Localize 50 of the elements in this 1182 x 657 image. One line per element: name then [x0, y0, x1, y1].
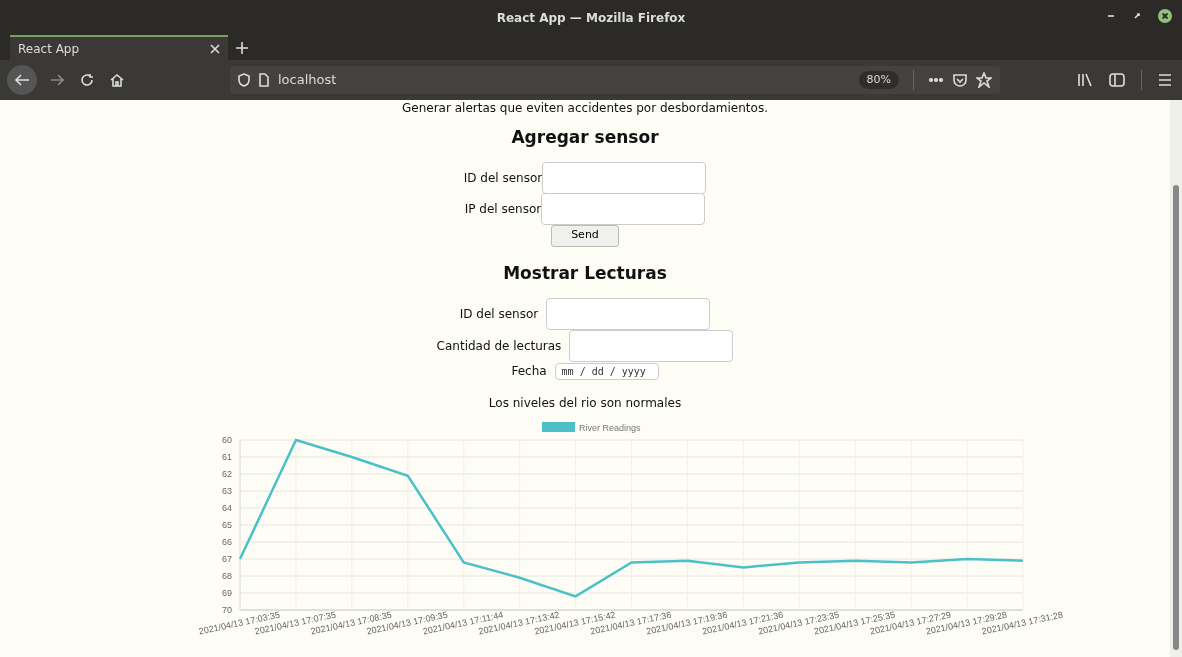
axis-tick-label: 60	[222, 435, 232, 445]
back-icon[interactable]	[6, 64, 38, 96]
field-label: ID del sensor	[459, 306, 539, 323]
field-label: Fecha	[511, 363, 547, 380]
axis-tick-label: 61	[222, 452, 232, 462]
field-label: IP del sensor	[464, 200, 542, 218]
url-text[interactable]: localhost	[278, 70, 851, 90]
axis-tick-label: 65	[222, 520, 232, 530]
maximize-icon[interactable]	[1132, 11, 1142, 21]
window-title: React App — Mozilla Firefox	[496, 9, 686, 27]
pocket-icon[interactable]	[952, 73, 968, 87]
sidebar-icon[interactable]	[1109, 73, 1125, 87]
menu-icon[interactable]	[1158, 74, 1172, 86]
scrollbar[interactable]	[1170, 100, 1182, 657]
section-heading: Mostrar Lecturas	[503, 261, 667, 285]
axis-tick-label: 67	[222, 554, 232, 564]
legend-label: River Readings	[579, 423, 641, 433]
more-icon[interactable]	[928, 77, 944, 83]
close-icon[interactable]	[1158, 9, 1172, 23]
send-button[interactable]: Send	[551, 224, 619, 247]
page-icon[interactable]	[258, 73, 270, 87]
text-field[interactable]	[541, 192, 706, 225]
tab-title: React App	[18, 40, 80, 58]
status-message: Los niveles del rio son normales	[488, 395, 682, 412]
zoom-level[interactable]: 80%	[858, 70, 899, 90]
field-label: Cantidad de lecturas	[436, 338, 562, 355]
axis-tick-label: 70	[222, 605, 232, 615]
library-icon[interactable]	[1077, 73, 1093, 87]
text-field[interactable]	[546, 298, 711, 330]
forward-icon[interactable]	[50, 73, 64, 87]
close-icon[interactable]	[210, 43, 220, 54]
shield-icon[interactable]	[238, 73, 250, 87]
new-tab-icon[interactable]	[236, 41, 248, 54]
section-heading: Agregar sensor	[511, 126, 659, 149]
axis-tick-label: 66	[222, 537, 232, 547]
axis-tick-label: 62	[222, 469, 232, 479]
axis-tick-label: 64	[222, 503, 232, 513]
axis-tick-label: 63	[222, 486, 232, 496]
home-icon[interactable]	[110, 73, 124, 87]
browser-tab[interactable]: React App	[10, 35, 228, 60]
star-icon[interactable]	[976, 72, 992, 88]
text-field[interactable]	[569, 330, 734, 362]
date-field[interactable]: mm / dd / yyyy	[554, 362, 659, 380]
reload-icon[interactable]	[80, 73, 94, 87]
scrollbar-thumb[interactable]	[1173, 185, 1179, 650]
axis-tick-label: 68	[222, 571, 232, 581]
axis-tick-label: 69	[222, 588, 232, 598]
intro-text: Generar alertas que eviten accidentes por desbordamientos.	[402, 101, 768, 115]
field-label: ID del sensor	[463, 169, 543, 187]
text-field[interactable]	[542, 161, 707, 194]
